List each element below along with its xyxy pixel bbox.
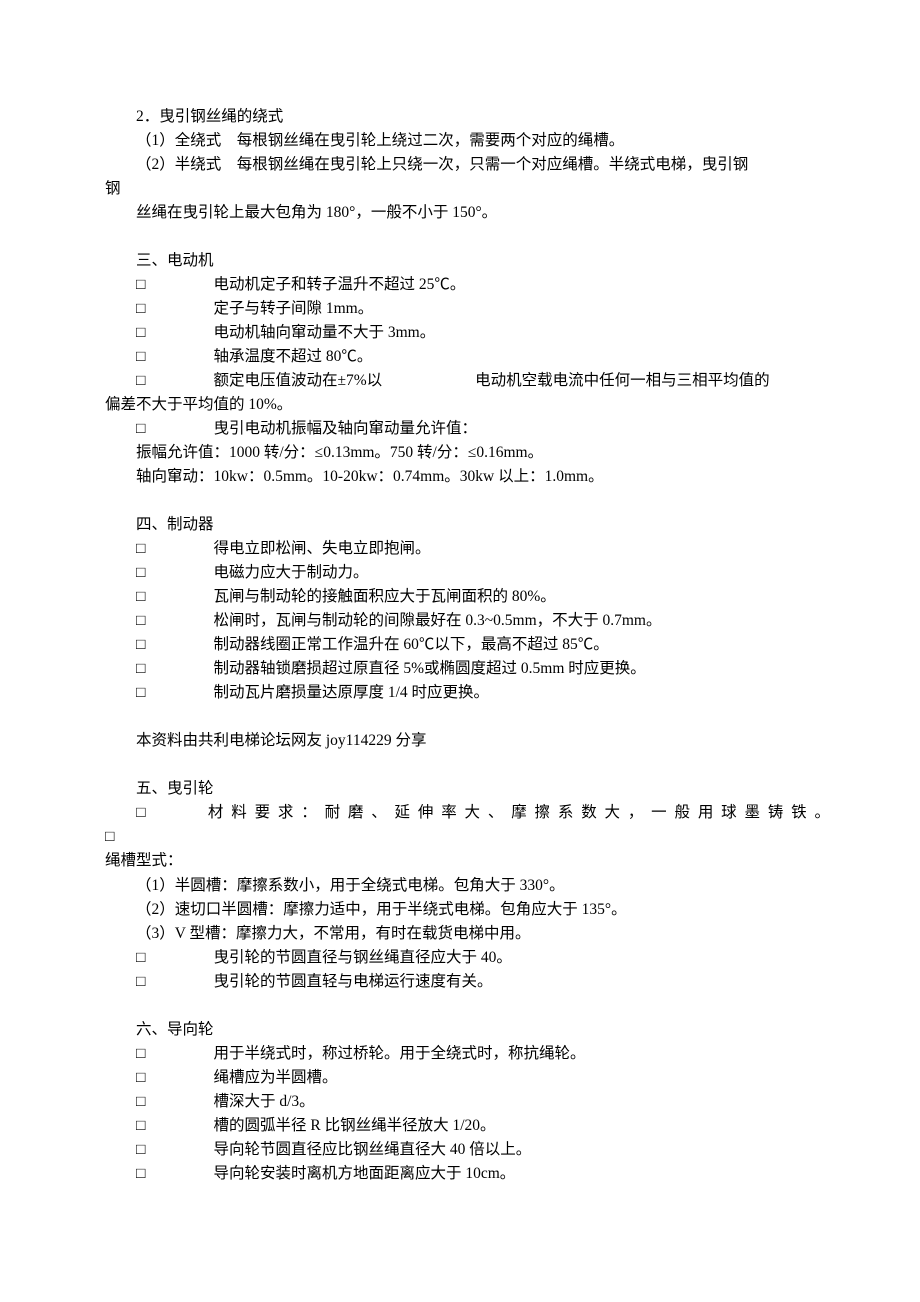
list-item-text: 用于半绕式时，称过桥轮。用于全绕式时，称抗绳轮。 [214, 1042, 831, 1066]
list-item: □ 材料要求：耐磨、延伸率大、摩擦系数大，一般用球墨铸铁。 □ [105, 801, 830, 849]
blank-line [105, 994, 830, 1018]
list-item: □ 松闸时，瓦闸与制动轮的间隙最好在 0.3~0.5mm，不大于 0.7mm。 [105, 609, 830, 633]
list-item-text: 额定电压值波动在±7%以 电动机空载电流中任何一相与三相平均值的 [214, 369, 831, 393]
list-item-text: 槽深大于 d/3。 [214, 1090, 831, 1114]
list-item-text: 制动器线圈正常工作温升在 60℃以下，最高不超过 85℃。 [214, 633, 831, 657]
list-item: □ 曳引电动机振幅及轴向窜动量允许值： [105, 417, 830, 441]
list-item: □ 得电立即松闸、失电立即抱闸。 [105, 537, 830, 561]
bullet-icon: □ [136, 633, 152, 657]
bullet-icon: □ [136, 585, 152, 609]
paragraph: （1）半圆槽：摩擦系数小，用于全绕式电梯。包角大于 330°。 [105, 874, 830, 898]
bullet-icon: □ [136, 1090, 152, 1114]
blank-line [105, 705, 830, 729]
blank-line [105, 489, 830, 513]
paragraph: （2）速切口半圆槽：摩擦力适中，用于半绕式电梯。包角应大于 135°。 [105, 898, 830, 922]
section-4-title: 四、制动器 [105, 513, 830, 537]
text-fragment: 额定电压值波动在±7%以 [214, 372, 383, 389]
list-item-text: 定子与转子间隙 1mm。 [214, 297, 831, 321]
bullet-icon: □ [136, 273, 152, 297]
list-item-text: 曳引轮的节圆直轻与电梯运行速度有关。 [214, 970, 831, 994]
note-text: 本资料由共利电梯论坛网友 joy114229 分享 [105, 729, 830, 753]
bullet-icon: □ [136, 1066, 152, 1090]
bullet-icon: □ [136, 321, 152, 345]
bullet-icon: □ [136, 561, 152, 585]
bullet-icon: □ [136, 417, 152, 441]
list-item-text: 松闸时，瓦闸与制动轮的间隙最好在 0.3~0.5mm，不大于 0.7mm。 [214, 609, 831, 633]
paragraph: （2）半绕式 每根钢丝绳在曳引轮上只绕一次，只需一个对应绳槽。半绕式电梯，曳引钢 [105, 153, 830, 177]
blank-line [105, 753, 830, 777]
list-item-text: 导向轮安装时离机方地面距离应大于 10cm。 [214, 1162, 831, 1186]
list-item-text: 电磁力应大于制动力。 [214, 561, 831, 585]
bullet-icon: □ [136, 1138, 152, 1162]
blank-line [105, 225, 830, 249]
list-item: □ 绳槽应为半圆槽。 [105, 1066, 830, 1090]
section-3-title: 三、电动机 [105, 249, 830, 273]
bullet-icon: □ [136, 369, 152, 393]
list-item: □ 额定电压值波动在±7%以 电动机空载电流中任何一相与三相平均值的 [105, 369, 830, 393]
paragraph: （3）V 型槽：摩擦力大，不常用，有时在载货电梯中用。 [105, 922, 830, 946]
bullet-icon: □ [136, 609, 152, 633]
list-item: □ 瓦闸与制动轮的接触面积应大于瓦闸面积的 80%。 [105, 585, 830, 609]
document-page: 2．曳引钢丝绳的绕式 （1）全绕式 每根钢丝绳在曳引轮上绕过二次，需要两个对应的… [0, 0, 920, 1246]
list-item-text: 曳引轮的节圆直径与钢丝绳直径应大于 40。 [214, 946, 831, 970]
list-item: □ 曳引轮的节圆直轻与电梯运行速度有关。 [105, 970, 830, 994]
paragraph-continuation: 偏差不大于平均值的 10%。 [105, 393, 830, 417]
bullet-icon: □ [136, 681, 152, 705]
list-item-text: 绳槽应为半圆槽。 [214, 1066, 831, 1090]
text-fragment: 电动机空载电流中任何一相与三相平均值的 [475, 372, 770, 389]
list-item: □ 制动瓦片磨损量达原厚度 1/4 时应更换。 [105, 681, 830, 705]
list-item-text: 导向轮节圆直径应比钢丝绳直径大 40 倍以上。 [214, 1138, 831, 1162]
bullet-icon: □ [136, 345, 152, 369]
bullet-icon: □ [136, 537, 152, 561]
list-item-text: 轴承温度不超过 80℃。 [214, 345, 831, 369]
paragraph: 轴向窜动：10kw：0.5mm。10-20kw：0.74mm。30kw 以上：1… [105, 465, 830, 489]
bullet-icon: □ [136, 970, 152, 994]
list-item: □ 电动机轴向窜动量不大于 3mm。 [105, 321, 830, 345]
bullet-icon: □ [136, 1114, 152, 1138]
list-item-text: 曳引电动机振幅及轴向窜动量允许值： [214, 417, 831, 441]
list-item-text: 制动瓦片磨损量达原厚度 1/4 时应更换。 [214, 681, 831, 705]
list-item: □ 电动机定子和转子温升不超过 25℃。 [105, 273, 830, 297]
list-item-text: 材料要求：耐磨、延伸率大、摩擦系数大，一般用球墨铸铁。 [208, 804, 830, 821]
paragraph: 丝绳在曳引轮上最大包角为 180°，一般不小于 150°。 [105, 201, 830, 225]
bullet-icon: □ [136, 297, 152, 321]
paragraph: （1）全绕式 每根钢丝绳在曳引轮上绕过二次，需要两个对应的绳槽。 [105, 129, 830, 153]
section-2-title: 2．曳引钢丝绳的绕式 [105, 105, 830, 129]
list-item: □ 导向轮节圆直径应比钢丝绳直径大 40 倍以上。 [105, 1138, 830, 1162]
list-item: □ 槽深大于 d/3。 [105, 1090, 830, 1114]
list-item-text: 槽的圆弧半径 R 比钢丝绳半径放大 1/20。 [214, 1114, 831, 1138]
section-5-title: 五、曳引轮 [105, 777, 830, 801]
list-item-text: 制动器轴锁磨损超过原直径 5%或椭圆度超过 0.5mm 时应更换。 [214, 657, 831, 681]
paragraph-continuation: 钢 [105, 177, 830, 201]
bullet-icon: □ [136, 657, 152, 681]
paragraph-continuation: 绳槽型式： [105, 849, 830, 873]
list-item: □ 制动器轴锁磨损超过原直径 5%或椭圆度超过 0.5mm 时应更换。 [105, 657, 830, 681]
list-item: □ 导向轮安装时离机方地面距离应大于 10cm。 [105, 1162, 830, 1186]
section-6-title: 六、导向轮 [105, 1018, 830, 1042]
list-item-text: 得电立即松闸、失电立即抱闸。 [214, 537, 831, 561]
paragraph: 振幅允许值：1000 转/分：≤0.13mm。750 转/分：≤0.16mm。 [105, 441, 830, 465]
list-item: □ 槽的圆弧半径 R 比钢丝绳半径放大 1/20。 [105, 1114, 830, 1138]
bullet-icon: □ [136, 1042, 152, 1066]
bullet-icon: □ [136, 946, 152, 970]
list-item-text: 瓦闸与制动轮的接触面积应大于瓦闸面积的 80%。 [214, 585, 831, 609]
list-item: □ 定子与转子间隙 1mm。 [105, 297, 830, 321]
list-item-text: 电动机定子和转子温升不超过 25℃。 [214, 273, 831, 297]
list-item: □ 轴承温度不超过 80℃。 [105, 345, 830, 369]
bullet-icon: □ [136, 1162, 152, 1186]
list-item-text: 电动机轴向窜动量不大于 3mm。 [214, 321, 831, 345]
list-item: □ 用于半绕式时，称过桥轮。用于全绕式时，称抗绳轮。 [105, 1042, 830, 1066]
list-item: □ 制动器线圈正常工作温升在 60℃以下，最高不超过 85℃。 [105, 633, 830, 657]
list-item: □ 曳引轮的节圆直径与钢丝绳直径应大于 40。 [105, 946, 830, 970]
list-item: □ 电磁力应大于制动力。 [105, 561, 830, 585]
